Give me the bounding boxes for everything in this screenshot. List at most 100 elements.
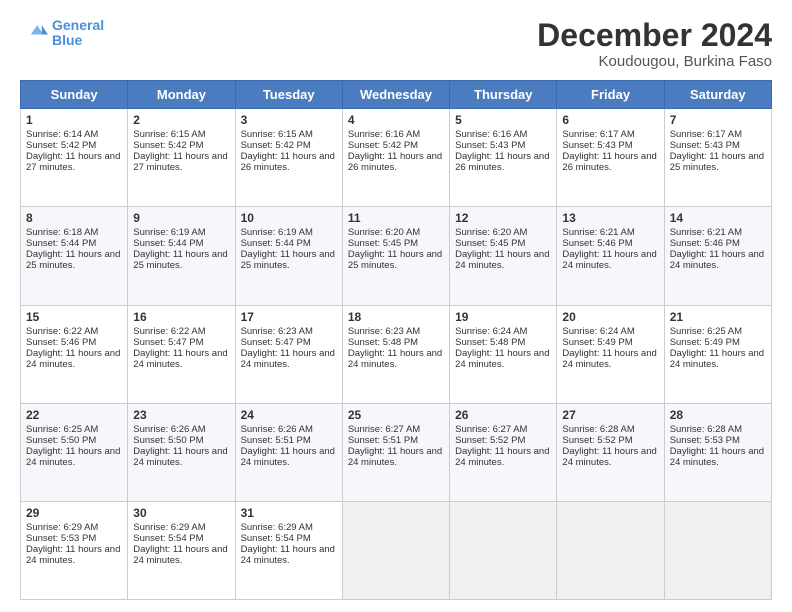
sunrise-text: Sunrise: 6:20 AM xyxy=(455,227,527,238)
calendar-cell: 1Sunrise: 6:14 AMSunset: 5:42 PMDaylight… xyxy=(21,109,128,207)
sunrise-text: Sunrise: 6:21 AM xyxy=(670,227,742,238)
sunrise-text: Sunrise: 6:23 AM xyxy=(241,326,313,337)
calendar-cell: 28Sunrise: 6:28 AMSunset: 5:53 PMDayligh… xyxy=(664,403,771,501)
calendar-cell: 30Sunrise: 6:29 AMSunset: 5:54 PMDayligh… xyxy=(128,501,235,599)
logo-icon xyxy=(20,19,48,47)
logo-text: General Blue xyxy=(52,18,104,49)
calendar-cell: 17Sunrise: 6:23 AMSunset: 5:47 PMDayligh… xyxy=(235,305,342,403)
sunset-text: Sunset: 5:54 PM xyxy=(133,533,203,544)
calendar-cell: 6Sunrise: 6:17 AMSunset: 5:43 PMDaylight… xyxy=(557,109,664,207)
location: Koudougou, Burkina Faso xyxy=(537,53,772,70)
day-header-thursday: Thursday xyxy=(450,81,557,109)
daylight-text: Daylight: 11 hours and 24 minutes. xyxy=(455,249,549,271)
sunset-text: Sunset: 5:48 PM xyxy=(348,337,418,348)
calendar-cell: 15Sunrise: 6:22 AMSunset: 5:46 PMDayligh… xyxy=(21,305,128,403)
calendar-cell: 7Sunrise: 6:17 AMSunset: 5:43 PMDaylight… xyxy=(664,109,771,207)
header: General Blue December 2024 Koudougou, Bu… xyxy=(20,18,772,70)
day-number: 15 xyxy=(26,310,122,324)
daylight-text: Daylight: 11 hours and 25 minutes. xyxy=(670,151,764,173)
sunrise-text: Sunrise: 6:29 AM xyxy=(133,522,205,533)
sunrise-text: Sunrise: 6:23 AM xyxy=(348,326,420,337)
sunset-text: Sunset: 5:44 PM xyxy=(133,238,203,249)
sunrise-text: Sunrise: 6:19 AM xyxy=(241,227,313,238)
day-number: 20 xyxy=(562,310,658,324)
month-title: December 2024 xyxy=(537,18,772,53)
day-number: 26 xyxy=(455,408,551,422)
calendar-cell: 20Sunrise: 6:24 AMSunset: 5:49 PMDayligh… xyxy=(557,305,664,403)
calendar-week-1: 1Sunrise: 6:14 AMSunset: 5:42 PMDaylight… xyxy=(21,109,772,207)
day-number: 16 xyxy=(133,310,229,324)
sunset-text: Sunset: 5:42 PM xyxy=(26,140,96,151)
calendar-cell: 31Sunrise: 6:29 AMSunset: 5:54 PMDayligh… xyxy=(235,501,342,599)
day-number: 24 xyxy=(241,408,337,422)
day-number: 27 xyxy=(562,408,658,422)
day-header-wednesday: Wednesday xyxy=(342,81,449,109)
sunrise-text: Sunrise: 6:27 AM xyxy=(455,424,527,435)
sunset-text: Sunset: 5:44 PM xyxy=(241,238,311,249)
sunset-text: Sunset: 5:50 PM xyxy=(133,435,203,446)
daylight-text: Daylight: 11 hours and 24 minutes. xyxy=(241,348,335,370)
daylight-text: Daylight: 11 hours and 24 minutes. xyxy=(562,348,656,370)
daylight-text: Daylight: 11 hours and 24 minutes. xyxy=(26,544,120,566)
sunrise-text: Sunrise: 6:26 AM xyxy=(133,424,205,435)
day-number: 18 xyxy=(348,310,444,324)
day-number: 2 xyxy=(133,113,229,127)
daylight-text: Daylight: 11 hours and 24 minutes. xyxy=(562,249,656,271)
daylight-text: Daylight: 11 hours and 24 minutes. xyxy=(133,446,227,468)
sunrise-text: Sunrise: 6:24 AM xyxy=(455,326,527,337)
sunset-text: Sunset: 5:46 PM xyxy=(562,238,632,249)
daylight-text: Daylight: 11 hours and 24 minutes. xyxy=(455,348,549,370)
day-header-saturday: Saturday xyxy=(664,81,771,109)
sunset-text: Sunset: 5:53 PM xyxy=(26,533,96,544)
calendar-cell xyxy=(664,501,771,599)
daylight-text: Daylight: 11 hours and 26 minutes. xyxy=(562,151,656,173)
calendar-cell: 24Sunrise: 6:26 AMSunset: 5:51 PMDayligh… xyxy=(235,403,342,501)
daylight-text: Daylight: 11 hours and 25 minutes. xyxy=(26,249,120,271)
sunset-text: Sunset: 5:42 PM xyxy=(348,140,418,151)
sunset-text: Sunset: 5:42 PM xyxy=(133,140,203,151)
page: General Blue December 2024 Koudougou, Bu… xyxy=(0,0,792,612)
day-number: 29 xyxy=(26,506,122,520)
sunset-text: Sunset: 5:44 PM xyxy=(26,238,96,249)
day-number: 22 xyxy=(26,408,122,422)
daylight-text: Daylight: 11 hours and 24 minutes. xyxy=(241,446,335,468)
day-number: 21 xyxy=(670,310,766,324)
sunset-text: Sunset: 5:49 PM xyxy=(562,337,632,348)
calendar-cell: 16Sunrise: 6:22 AMSunset: 5:47 PMDayligh… xyxy=(128,305,235,403)
calendar-cell: 3Sunrise: 6:15 AMSunset: 5:42 PMDaylight… xyxy=(235,109,342,207)
sunrise-text: Sunrise: 6:20 AM xyxy=(348,227,420,238)
daylight-text: Daylight: 11 hours and 24 minutes. xyxy=(241,544,335,566)
day-number: 28 xyxy=(670,408,766,422)
calendar-cell: 19Sunrise: 6:24 AMSunset: 5:48 PMDayligh… xyxy=(450,305,557,403)
day-number: 6 xyxy=(562,113,658,127)
calendar-cell xyxy=(342,501,449,599)
daylight-text: Daylight: 11 hours and 24 minutes. xyxy=(26,446,120,468)
daylight-text: Daylight: 11 hours and 27 minutes. xyxy=(26,151,120,173)
calendar-cell: 23Sunrise: 6:26 AMSunset: 5:50 PMDayligh… xyxy=(128,403,235,501)
calendar-week-5: 29Sunrise: 6:29 AMSunset: 5:53 PMDayligh… xyxy=(21,501,772,599)
daylight-text: Daylight: 11 hours and 25 minutes. xyxy=(241,249,335,271)
sunset-text: Sunset: 5:50 PM xyxy=(26,435,96,446)
sunset-text: Sunset: 5:45 PM xyxy=(455,238,525,249)
day-number: 25 xyxy=(348,408,444,422)
daylight-text: Daylight: 11 hours and 27 minutes. xyxy=(133,151,227,173)
logo-line2: Blue xyxy=(52,32,82,48)
daylight-text: Daylight: 11 hours and 24 minutes. xyxy=(670,348,764,370)
day-number: 30 xyxy=(133,506,229,520)
logo: General Blue xyxy=(20,18,104,49)
daylight-text: Daylight: 11 hours and 24 minutes. xyxy=(670,446,764,468)
calendar-cell: 18Sunrise: 6:23 AMSunset: 5:48 PMDayligh… xyxy=(342,305,449,403)
calendar-cell: 25Sunrise: 6:27 AMSunset: 5:51 PMDayligh… xyxy=(342,403,449,501)
calendar-cell: 14Sunrise: 6:21 AMSunset: 5:46 PMDayligh… xyxy=(664,207,771,305)
day-number: 31 xyxy=(241,506,337,520)
calendar-cell: 26Sunrise: 6:27 AMSunset: 5:52 PMDayligh… xyxy=(450,403,557,501)
daylight-text: Daylight: 11 hours and 26 minutes. xyxy=(455,151,549,173)
sunset-text: Sunset: 5:51 PM xyxy=(241,435,311,446)
sunset-text: Sunset: 5:43 PM xyxy=(562,140,632,151)
sunrise-text: Sunrise: 6:15 AM xyxy=(241,129,313,140)
daylight-text: Daylight: 11 hours and 25 minutes. xyxy=(133,249,227,271)
calendar-cell: 22Sunrise: 6:25 AMSunset: 5:50 PMDayligh… xyxy=(21,403,128,501)
calendar-cell: 2Sunrise: 6:15 AMSunset: 5:42 PMDaylight… xyxy=(128,109,235,207)
calendar-header-row: SundayMondayTuesdayWednesdayThursdayFrid… xyxy=(21,81,772,109)
sunset-text: Sunset: 5:47 PM xyxy=(241,337,311,348)
